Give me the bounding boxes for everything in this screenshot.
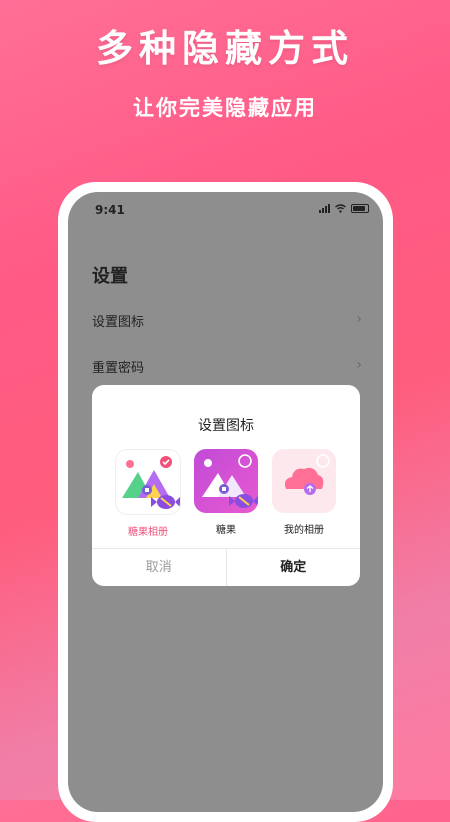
chevron-right-icon: › bbox=[356, 357, 362, 373]
settings-row-label: 重置密码 bbox=[92, 361, 145, 376]
settings-row-label: 设置图标 bbox=[92, 315, 145, 330]
cloud-album-icon bbox=[272, 449, 336, 513]
cancel-button[interactable]: 取消 bbox=[92, 549, 227, 586]
dialog-button-row: 取消 确定 bbox=[92, 548, 360, 586]
promo-subline: 让你完美隐藏应用 bbox=[133, 96, 317, 120]
icon-option-candy[interactable]: 糖果 bbox=[193, 449, 259, 536]
promo-headline: 多种隐藏方式 bbox=[96, 27, 354, 70]
candy-icon bbox=[194, 449, 258, 513]
wifi-icon bbox=[335, 204, 346, 213]
dialog-title: 设置图标 bbox=[198, 418, 254, 434]
icon-option-my-album[interactable]: 我的相册 bbox=[271, 449, 337, 536]
set-icon-dialog: 设置图标 糖果相册 糖果 我的相册 取消 确定 bbox=[92, 385, 360, 586]
status-icons bbox=[319, 204, 369, 213]
candy-album-icon bbox=[115, 449, 181, 515]
settings-row-reset-password[interactable]: 重置密码 › bbox=[92, 357, 362, 376]
icon-option-candy-album[interactable]: 糖果相册 bbox=[115, 449, 181, 538]
signal-icon bbox=[319, 204, 330, 213]
chevron-right-icon: › bbox=[356, 311, 362, 327]
icon-option-label: 我的相册 bbox=[284, 525, 324, 536]
settings-row-set-icon[interactable]: 设置图标 › bbox=[92, 311, 362, 330]
icon-option-label: 糖果 bbox=[216, 525, 236, 536]
battery-icon bbox=[351, 204, 369, 213]
icon-option-label: 糖果相册 bbox=[128, 527, 168, 538]
confirm-button[interactable]: 确定 bbox=[227, 549, 361, 586]
status-time: 9:41 bbox=[95, 203, 125, 217]
page-title: 设置 bbox=[92, 266, 128, 287]
